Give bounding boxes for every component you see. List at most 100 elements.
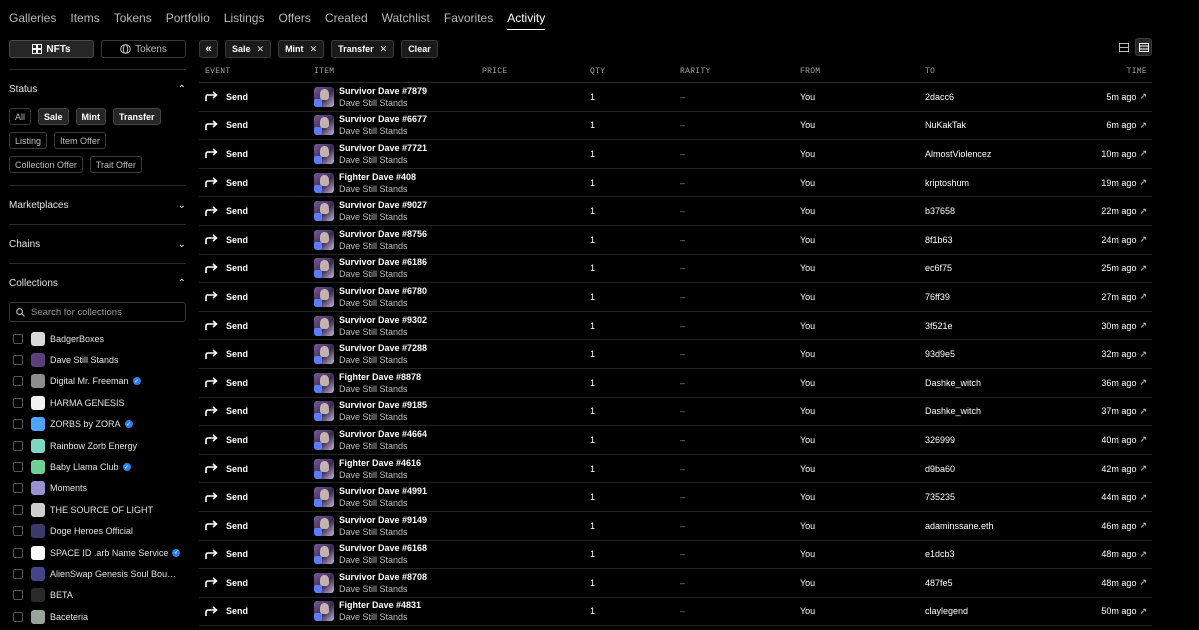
item-name[interactable]: Survivor Dave #9302 (339, 314, 427, 326)
collection-checkbox[interactable] (13, 419, 23, 430)
item-name[interactable]: Survivor Dave #9149 (339, 514, 427, 526)
collection-item[interactable]: ZORBS by ZORA ✓ (9, 414, 186, 435)
chains-section-header[interactable]: Chains ⌄ (9, 225, 186, 263)
time-cell[interactable]: 6m ago ↗ (1075, 120, 1152, 131)
item-collection[interactable]: Dave Still Stands (339, 354, 427, 366)
item-name[interactable]: Survivor Dave #8708 (339, 571, 427, 583)
table-row[interactable]: Send Survivor Dave #4991 Dave Still Stands… (199, 483, 1152, 512)
nav-tab-offers[interactable]: Offers (278, 0, 310, 36)
table-row[interactable]: Send Fighter Dave #8878 Dave Still Stands 1… (199, 369, 1152, 398)
to-cell[interactable]: b37658 (925, 206, 1075, 216)
collection-checkbox[interactable] (13, 590, 23, 601)
nfts-toggle-button[interactable]: NFTs (9, 40, 94, 58)
item-cell[interactable]: Survivor Dave #4664 Dave Still Stands (314, 428, 482, 452)
time-cell[interactable]: 25m ago ↗ (1075, 263, 1152, 274)
table-row[interactable]: Send Survivor Dave #6186 Dave Still Stands… (199, 255, 1152, 284)
table-row[interactable]: Send Survivor Dave #7879 Dave Still Stands… (199, 83, 1152, 112)
item-cell[interactable]: Survivor Dave #9027 Dave Still Stands (314, 199, 482, 223)
collection-item[interactable]: Doge Heroes Official (9, 521, 186, 542)
from-cell[interactable]: You (800, 492, 925, 502)
collection-search[interactable] (9, 302, 186, 322)
to-cell[interactable]: 3f521e (925, 321, 1075, 331)
item-collection[interactable]: Dave Still Stands (339, 211, 427, 223)
item-cell[interactable]: Survivor Dave #7721 Dave Still Stands (314, 142, 482, 166)
table-row[interactable]: Send Survivor Dave #7721 Dave Still Stands… (199, 140, 1152, 169)
time-cell[interactable]: 44m ago ↗ (1075, 492, 1152, 503)
item-collection[interactable]: Dave Still Stands (339, 240, 427, 252)
status-chip-listing[interactable]: Listing (9, 132, 48, 149)
external-link-icon[interactable]: ↗ (1139, 349, 1147, 360)
external-link-icon[interactable]: ↗ (1139, 434, 1147, 445)
to-cell[interactable]: NuKakTak (925, 120, 1075, 130)
item-collection[interactable]: Dave Still Stands (339, 411, 427, 423)
time-cell[interactable]: 50m ago ↗ (1075, 606, 1152, 617)
item-collection[interactable]: Dave Still Stands (339, 268, 427, 280)
collection-item[interactable]: Baby Llama Club ✓ (9, 456, 186, 477)
table-row[interactable]: Send Survivor Dave #6677 Dave Still Stands… (199, 112, 1152, 141)
item-collection[interactable]: Dave Still Stands (339, 125, 427, 137)
from-cell[interactable]: You (800, 435, 925, 445)
item-name[interactable]: Survivor Dave #9027 (339, 199, 427, 211)
item-name[interactable]: Survivor Dave #4664 (339, 428, 427, 440)
external-link-icon[interactable]: ↗ (1139, 263, 1147, 274)
marketplaces-section-header[interactable]: Marketplaces ⌄ (9, 186, 186, 224)
to-cell[interactable]: AlmostViolencez (925, 149, 1075, 159)
item-collection[interactable]: Dave Still Stands (339, 526, 427, 538)
to-cell[interactable]: 2dacc6 (925, 92, 1075, 102)
external-link-icon[interactable]: ↗ (1139, 606, 1147, 617)
table-row[interactable]: Send Survivor Dave #8756 Dave Still Stands… (199, 226, 1152, 255)
table-row[interactable]: Send Fighter Dave #4831 Dave Still Stands 1… (199, 598, 1152, 627)
status-chip-all[interactable]: All (9, 108, 32, 125)
external-link-icon[interactable]: ↗ (1139, 377, 1147, 388)
item-name[interactable]: Survivor Dave #7288 (339, 342, 427, 354)
item-collection[interactable]: Dave Still Stands (339, 611, 421, 623)
to-cell[interactable]: 487fe5 (925, 578, 1075, 588)
collection-item[interactable]: Baceteria (9, 606, 186, 627)
item-name[interactable]: Fighter Dave #408 (339, 171, 416, 183)
from-cell[interactable]: You (800, 120, 925, 130)
from-cell[interactable]: You (800, 521, 925, 531)
status-chip-trait-offer[interactable]: Trait Offer (89, 156, 142, 173)
status-chip-item-offer[interactable]: Item Offer (54, 132, 106, 149)
collection-search-input[interactable] (31, 306, 181, 318)
external-link-icon[interactable]: ↗ (1139, 120, 1147, 131)
to-cell[interactable]: kriptoshum (925, 178, 1075, 188)
table-row[interactable]: Send Fighter Dave #408 Dave Still Stands 1 –… (199, 169, 1152, 198)
collection-checkbox[interactable] (13, 376, 23, 387)
item-cell[interactable]: Fighter Dave #408 Dave Still Stands (314, 171, 482, 195)
table-row[interactable]: Send Survivor Dave #9302 Dave Still Stands… (199, 312, 1152, 341)
item-collection[interactable]: Dave Still Stands (339, 97, 427, 109)
item-cell[interactable]: Fighter Dave #4616 Dave Still Stands (314, 457, 482, 481)
time-cell[interactable]: 22m ago ↗ (1075, 206, 1152, 217)
item-name[interactable]: Survivor Dave #7879 (339, 85, 427, 97)
item-cell[interactable]: Survivor Dave #9185 Dave Still Stands (314, 399, 482, 423)
external-link-icon[interactable]: ↗ (1139, 549, 1147, 560)
external-link-icon[interactable]: ↗ (1139, 91, 1147, 102)
collections-section-header[interactable]: Collections ⌃ (9, 264, 186, 302)
external-link-icon[interactable]: ↗ (1139, 463, 1147, 474)
external-link-icon[interactable]: ↗ (1139, 234, 1147, 245)
external-link-icon[interactable]: ↗ (1139, 177, 1147, 188)
to-cell[interactable]: 93d9e5 (925, 349, 1075, 359)
collection-item[interactable]: Moments (9, 478, 186, 499)
time-cell[interactable]: 5m ago ↗ (1075, 91, 1152, 102)
from-cell[interactable]: You (800, 321, 925, 331)
collection-checkbox[interactable] (13, 483, 23, 494)
nav-tab-listings[interactable]: Listings (224, 0, 265, 36)
external-link-icon[interactable]: ↗ (1139, 206, 1147, 217)
to-cell[interactable]: 326999 (925, 435, 1075, 445)
external-link-icon[interactable]: ↗ (1139, 291, 1147, 302)
nav-tab-tokens[interactable]: Tokens (114, 0, 152, 36)
item-cell[interactable]: Survivor Dave #6168 Dave Still Stands (314, 542, 482, 566)
close-icon[interactable]: ✕ (310, 44, 318, 55)
collection-item[interactable]: Digital Mr. Freeman ✓ (9, 371, 186, 392)
item-name[interactable]: Survivor Dave #6168 (339, 542, 427, 554)
filter-pill-transfer[interactable]: Transfer ✕ (331, 40, 395, 58)
to-cell[interactable]: 8f1b63 (925, 235, 1075, 245)
from-cell[interactable]: You (800, 349, 925, 359)
time-cell[interactable]: 40m ago ↗ (1075, 434, 1152, 445)
external-link-icon[interactable]: ↗ (1139, 406, 1147, 417)
filter-pill-sale[interactable]: Sale ✕ (225, 40, 272, 58)
item-name[interactable]: Fighter Dave #4831 (339, 599, 421, 611)
item-cell[interactable]: Survivor Dave #8756 Dave Still Stands (314, 228, 482, 252)
